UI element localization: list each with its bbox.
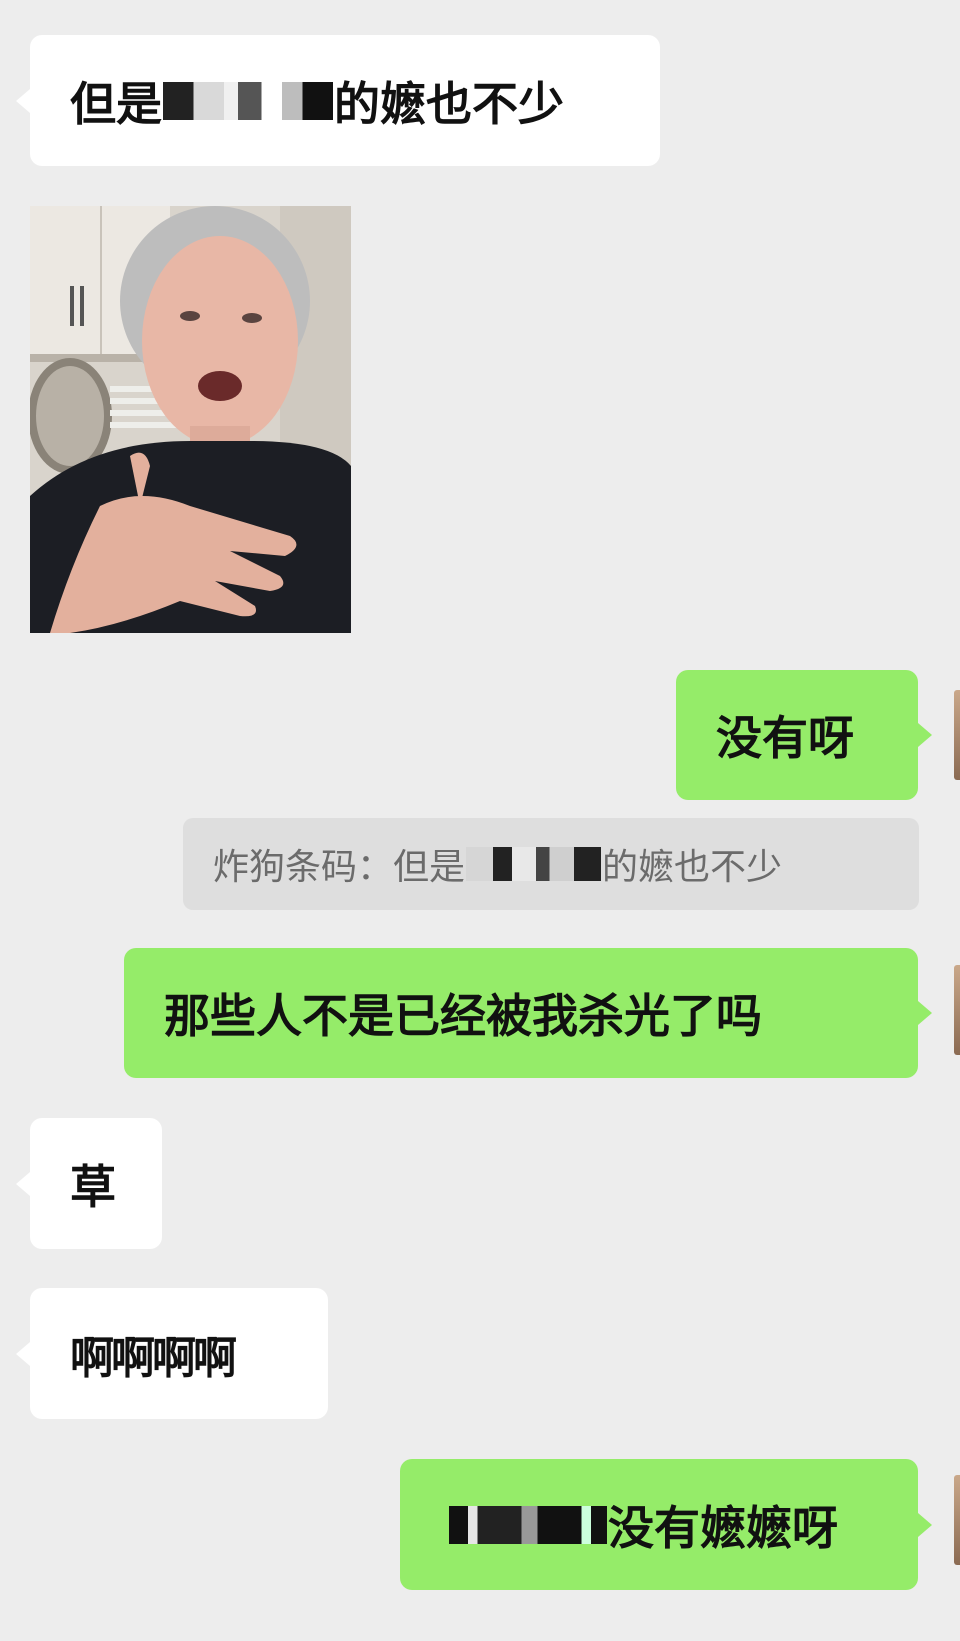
avatar-icon[interactable] [954, 965, 960, 1055]
quote-text-part: 炸狗条码：但是 [213, 847, 466, 888]
avatar-icon[interactable] [954, 690, 960, 780]
quote-text-part: 的嬷也不少 [602, 847, 783, 888]
chat-conversation: 但是 的嬷也不少 没有呀 炸狗条码：但是 的嬷也不少 那些人不是已经被我杀光了吗… [0, 0, 960, 1641]
redacted-mosaic-icon [466, 847, 602, 881]
redacted-mosaic-icon [163, 81, 333, 120]
message-text: 没有呀 [716, 711, 854, 765]
message-text: 那些人不是已经被我杀光了吗 [164, 989, 762, 1043]
outgoing-message-bubble[interactable]: 那些人不是已经被我杀光了吗 [124, 948, 932, 1078]
outgoing-message-bubble[interactable]: 没有呀 [676, 670, 932, 800]
incoming-message-bubble[interactable]: 草 [16, 1118, 162, 1249]
incoming-image-message[interactable] [30, 206, 351, 633]
avatar-icon[interactable] [954, 1475, 960, 1565]
message-text: 啊啊啊啊 [70, 1332, 237, 1384]
elderly-woman-photo-image [30, 206, 351, 633]
redacted-mosaic-icon [449, 1505, 607, 1544]
message-text-part: 的嬷也不少 [334, 76, 564, 131]
message-text-part: 但是 [70, 76, 162, 131]
message-text: 草 [70, 1159, 116, 1214]
outgoing-message-bubble[interactable]: 没有嬷嬷呀 [400, 1459, 932, 1590]
message-text: 没有嬷嬷呀 [608, 1500, 838, 1555]
incoming-message-bubble[interactable]: 但是 的嬷也不少 [16, 35, 660, 166]
quoted-message-preview[interactable]: 炸狗条码：但是 的嬷也不少 [183, 818, 919, 910]
incoming-message-bubble[interactable]: 啊啊啊啊 [16, 1288, 328, 1419]
